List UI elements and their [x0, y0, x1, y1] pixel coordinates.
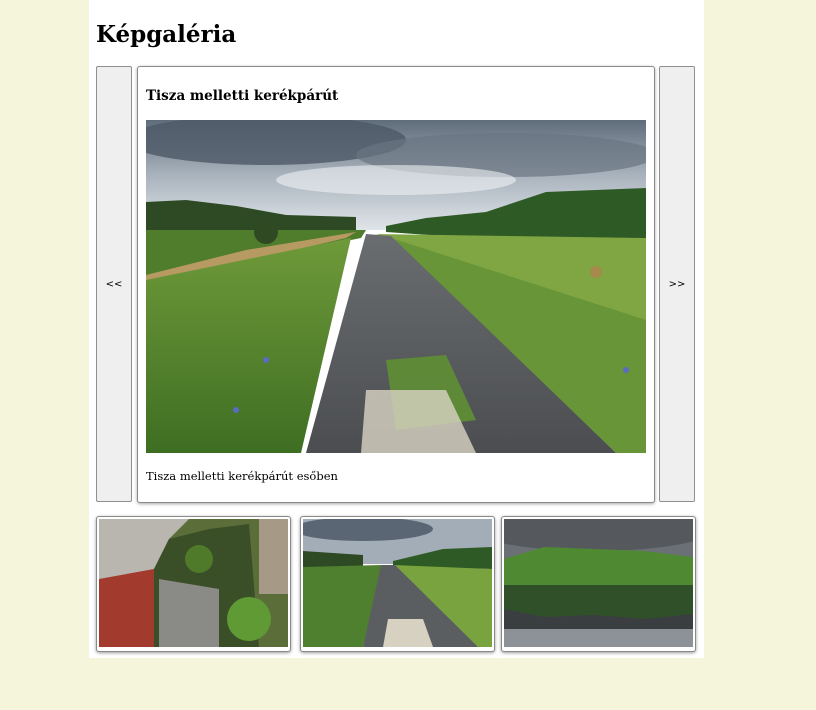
- featured-caption: Tisza melletti kerékpárút esőben: [146, 469, 338, 483]
- thumbnail-1-photo: [99, 519, 288, 647]
- thumbnail-2[interactable]: [300, 516, 495, 652]
- thumbnail-3[interactable]: [501, 516, 696, 652]
- next-button[interactable]: >>: [659, 66, 695, 502]
- featured-title: Tisza melletti kerékpárút: [146, 88, 339, 104]
- featured-photo: [146, 120, 646, 453]
- thumbnail-1[interactable]: [96, 516, 291, 652]
- thumbnail-2-photo: [303, 519, 492, 647]
- gallery-page: Képgaléria << Tisza melletti kerékpárút: [89, 0, 704, 658]
- thumbnail-3-photo: [504, 519, 693, 647]
- previous-button[interactable]: <<: [96, 66, 132, 502]
- page-title: Képgaléria: [96, 21, 237, 48]
- featured-image-card: Tisza melletti kerékpárút Tisza melletti…: [137, 66, 655, 503]
